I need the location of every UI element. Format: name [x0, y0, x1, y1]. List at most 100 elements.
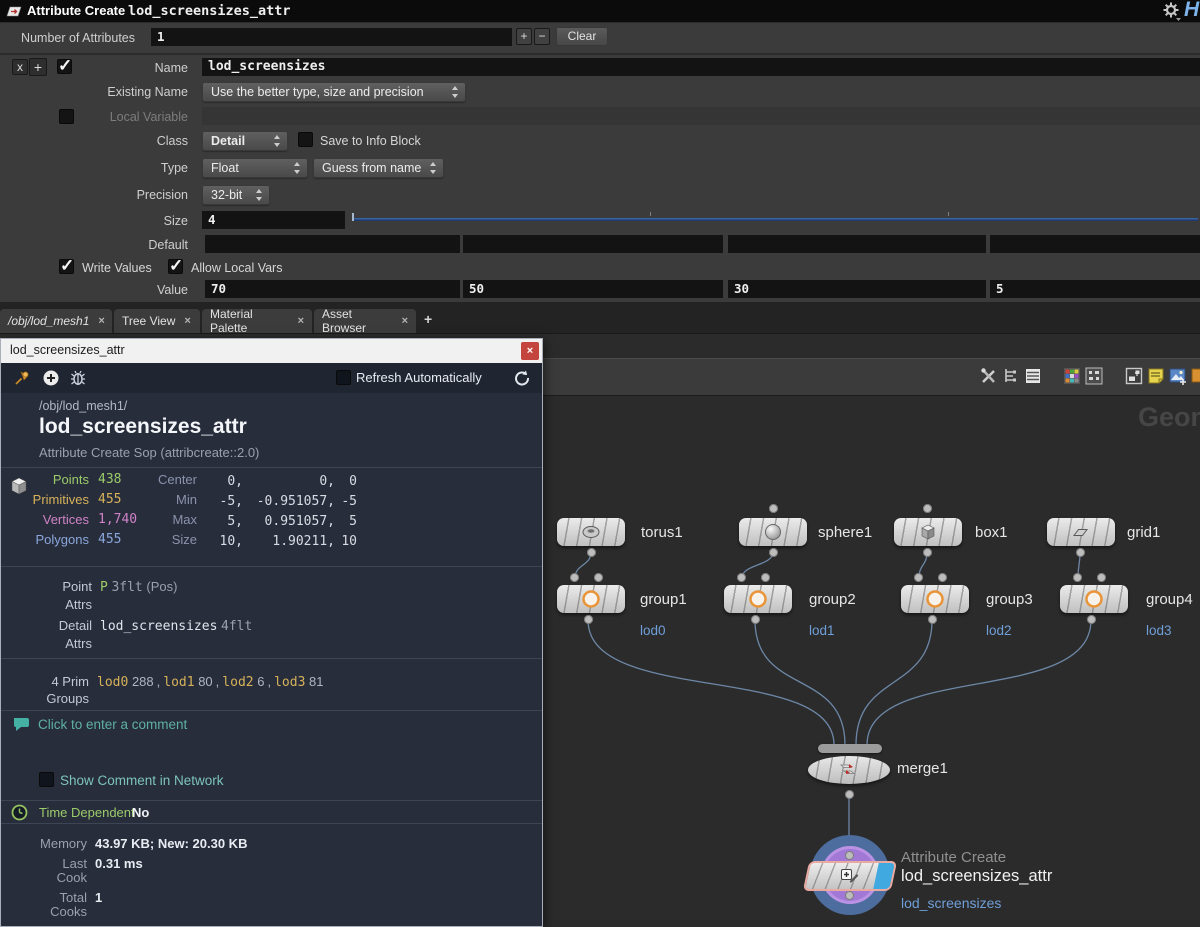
group-icon: [925, 589, 945, 609]
node-group2[interactable]: [724, 585, 792, 613]
node-merge1[interactable]: [808, 756, 890, 784]
performance-section: Memory 43.97 KB; New: 20.30 KB Last 0.31…: [1, 824, 542, 927]
allow-local-vars-checkbox[interactable]: [168, 259, 183, 274]
tab-obj-lod-mesh1[interactable]: /obj/lod_mesh1 ×: [0, 309, 112, 333]
output-connector[interactable]: [1076, 548, 1085, 557]
output-connector[interactable]: [1087, 615, 1096, 624]
last-cook-label: Last: [1, 856, 87, 871]
close-tab-icon[interactable]: ×: [184, 315, 190, 327]
decrement-button[interactable]: −: [534, 28, 550, 45]
node-label: group2: [809, 591, 856, 608]
size-slider[interactable]: [352, 218, 1198, 221]
default-field-1[interactable]: [205, 235, 460, 253]
input-connector[interactable]: [1073, 573, 1082, 582]
close-tab-icon[interactable]: ×: [298, 315, 304, 327]
info-window-title: lod_screensizes_attr: [10, 343, 125, 357]
gear-icon[interactable]: [1162, 1, 1182, 22]
size-label: Size: [141, 532, 197, 547]
info-node-subtitle: Attribute Create Sop (attribcreate::2.0): [39, 445, 259, 460]
info-window-titlebar[interactable]: lod_screensizes_attr ×: [1, 339, 542, 363]
input-connector[interactable]: [570, 573, 579, 582]
close-window-button[interactable]: ×: [521, 342, 539, 360]
refresh-icon[interactable]: [513, 369, 531, 387]
primitives-value: 455: [98, 492, 121, 507]
slider-handle[interactable]: [352, 213, 354, 221]
bug-icon[interactable]: [69, 369, 87, 387]
save-info-block-checkbox[interactable]: [298, 132, 313, 147]
output-connector[interactable]: [923, 548, 932, 557]
node-label: grid1: [1127, 524, 1160, 541]
node-torus1[interactable]: [557, 518, 625, 546]
node-box1[interactable]: [894, 518, 962, 546]
pin-icon[interactable]: [13, 369, 32, 388]
spinner-arrows-icon: [255, 189, 263, 201]
add-tab-button[interactable]: +: [424, 311, 432, 327]
size-field[interactable]: 4: [202, 211, 345, 229]
write-values-checkbox[interactable]: [59, 259, 74, 274]
total-cooks-sub: Cooks: [1, 904, 87, 919]
input-connector[interactable]: [938, 573, 947, 582]
memory-value: 43.97 KB; New: 20.30 KB: [95, 836, 247, 851]
output-connector[interactable]: [584, 615, 593, 624]
slider-tick: [650, 212, 651, 216]
input-connector[interactable]: [761, 573, 770, 582]
add-section-icon[interactable]: [42, 369, 60, 387]
pane-tab-bar: /obj/lod_mesh1 × Tree View × Material Pa…: [0, 302, 1200, 334]
class-dropdown[interactable]: Detail: [202, 131, 288, 151]
name-field[interactable]: lod_screensizes: [202, 58, 1200, 76]
type-hint-dropdown[interactable]: Guess from name: [313, 158, 444, 178]
input-connector[interactable]: [594, 573, 603, 582]
local-variable-label: Local Variable: [0, 110, 188, 124]
node-label: lod_screensizes_attr: [901, 867, 1052, 886]
input-connector[interactable]: [1097, 573, 1106, 582]
display-flag[interactable]: [873, 863, 895, 889]
output-connector[interactable]: [587, 548, 596, 557]
clear-button[interactable]: Clear: [556, 27, 608, 46]
comment-placeholder[interactable]: Click to enter a comment: [38, 717, 187, 732]
input-connector[interactable]: [923, 504, 932, 513]
close-tab-icon[interactable]: ×: [98, 315, 104, 327]
node-lod-screensizes-attr[interactable]: [803, 861, 897, 891]
input-connector[interactable]: [845, 851, 854, 860]
output-connector[interactable]: [928, 615, 937, 624]
node-group3[interactable]: [901, 585, 969, 613]
node-label: group4: [1146, 591, 1193, 608]
input-connector[interactable]: [737, 573, 746, 582]
tab-asset-browser[interactable]: Asset Browser ×: [314, 309, 416, 333]
node-group4[interactable]: [1060, 585, 1128, 613]
default-field-4[interactable]: [990, 235, 1200, 253]
input-connector[interactable]: [769, 504, 778, 513]
spinner-arrows-icon: [429, 162, 437, 174]
detail-attr-entry: lod_screensizes 4flt: [100, 618, 252, 634]
show-comment-checkbox[interactable]: [39, 772, 54, 787]
node-grid1[interactable]: [1047, 518, 1115, 546]
increment-button[interactable]: +: [516, 28, 532, 45]
node-sphere1[interactable]: [739, 518, 807, 546]
default-field-3[interactable]: [728, 235, 986, 253]
node-group1[interactable]: [557, 585, 625, 613]
tab-tree-view[interactable]: Tree View ×: [114, 309, 200, 333]
num-attrs-field[interactable]: 1: [151, 28, 512, 46]
local-variable-field[interactable]: [202, 107, 1200, 125]
existing-name-dropdown[interactable]: Use the better type, size and precision: [202, 82, 466, 102]
value-field-4[interactable]: 5: [990, 280, 1200, 298]
output-connector[interactable]: [845, 891, 854, 900]
output-connector[interactable]: [769, 548, 778, 557]
output-connector[interactable]: [751, 615, 760, 624]
default-field-2[interactable]: [463, 235, 723, 253]
value-field-2[interactable]: 50: [463, 280, 723, 298]
input-connector[interactable]: [914, 573, 923, 582]
refresh-auto-checkbox[interactable]: [336, 370, 351, 385]
type-dropdown[interactable]: Float: [202, 158, 308, 178]
max-values: 5,0.951057,5: [203, 512, 357, 530]
node-name-field[interactable]: lod_screensizes_attr: [128, 3, 291, 19]
tab-material-palette[interactable]: Material Palette ×: [202, 309, 312, 333]
last-cook-sub: Cook: [1, 870, 87, 885]
close-tab-icon[interactable]: ×: [402, 315, 408, 327]
value-field-3[interactable]: 30: [728, 280, 986, 298]
merge-multi-input[interactable]: [818, 744, 882, 753]
output-connector[interactable]: [845, 790, 854, 799]
value-field-1[interactable]: 70: [205, 280, 460, 298]
points-value: 438: [98, 472, 121, 487]
precision-dropdown[interactable]: 32-bit: [202, 185, 270, 205]
